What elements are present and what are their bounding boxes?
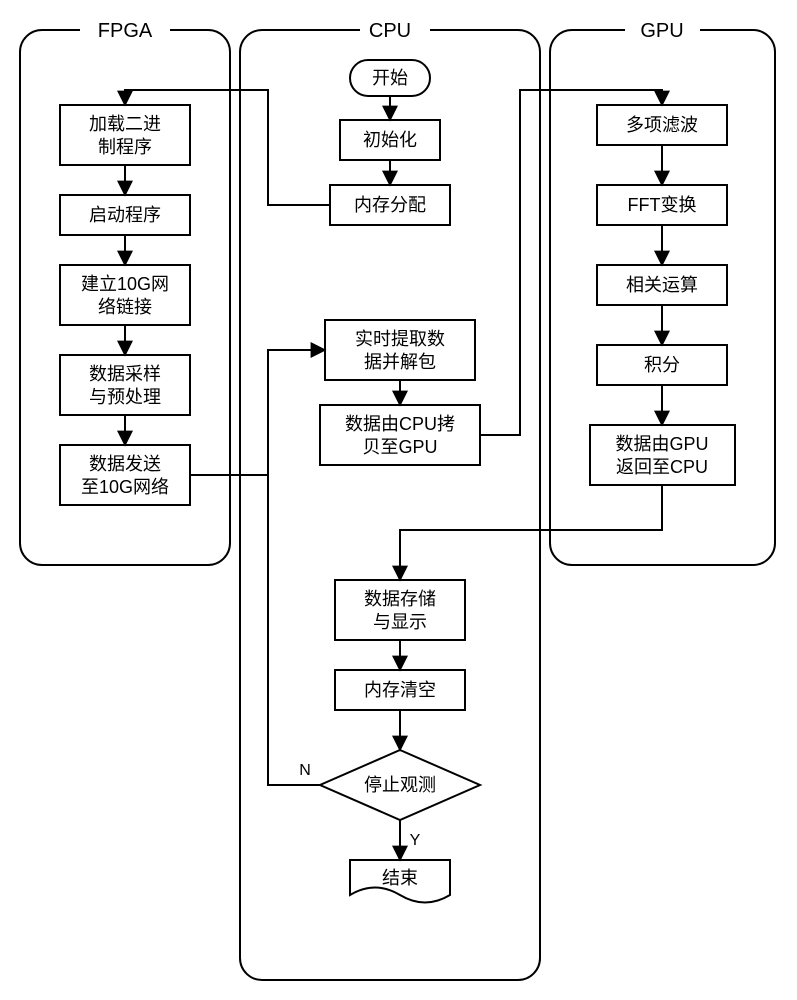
node-fpga-link-l1: 建立10G网 [81,274,169,294]
decision-n-label: N [299,762,311,779]
node-gpu-return-l2: 返回至CPU [616,457,708,477]
node-gpu-correlate-label: 相关运算 [626,275,698,295]
node-fpga-load-l1: 加载二进 [89,114,161,134]
edge [480,90,662,435]
edge [125,90,330,205]
lane-gpu-title: GPU [640,20,683,42]
node-fpga-send-l1: 数据发送 [89,454,161,474]
node-start-label: 开始 [372,68,408,88]
flowchart-diagram: FPGA CPU GPU 开始 初始化 内存分配 加载二进 制程序 启动程序 建… [0,0,797,1000]
edge-loop [268,475,320,785]
node-copy-l2: 贝至GPU [362,437,437,457]
decision-y-label: Y [410,832,421,849]
node-init-label: 初始化 [363,130,417,150]
node-store-l2: 与显示 [373,612,427,632]
node-fpga-start-label: 启动程序 [89,205,161,225]
lane-cpu-title: CPU [369,20,411,42]
node-end-label: 结束 [382,868,418,888]
node-fpga-link-l2: 络链接 [98,297,152,317]
node-fpga-sample-l2: 与预处理 [89,387,161,407]
lane-fpga-title: FPGA [98,20,153,42]
node-fpga-send-l2: 至10G网络 [81,477,169,497]
node-gpu-polyfilter-label: 多项滤波 [626,115,698,135]
node-copy-l1: 数据由CPU拷 [345,414,455,434]
node-gpu-return-l1: 数据由GPU [615,434,708,454]
node-clear-label: 内存清空 [364,680,436,700]
node-gpu-fft-label: FFT变换 [628,195,697,215]
node-malloc-label: 内存分配 [354,195,426,215]
node-fpga-sample-l1: 数据采样 [89,364,161,384]
node-store-l1: 数据存储 [364,589,436,609]
node-extract-l2: 据并解包 [364,352,436,372]
node-extract-l1: 实时提取数 [355,329,445,349]
node-fpga-load-l2: 制程序 [98,137,152,157]
edge [190,350,325,475]
node-gpu-integrate-label: 积分 [644,355,680,375]
node-decision-stop-label: 停止观测 [364,775,436,795]
